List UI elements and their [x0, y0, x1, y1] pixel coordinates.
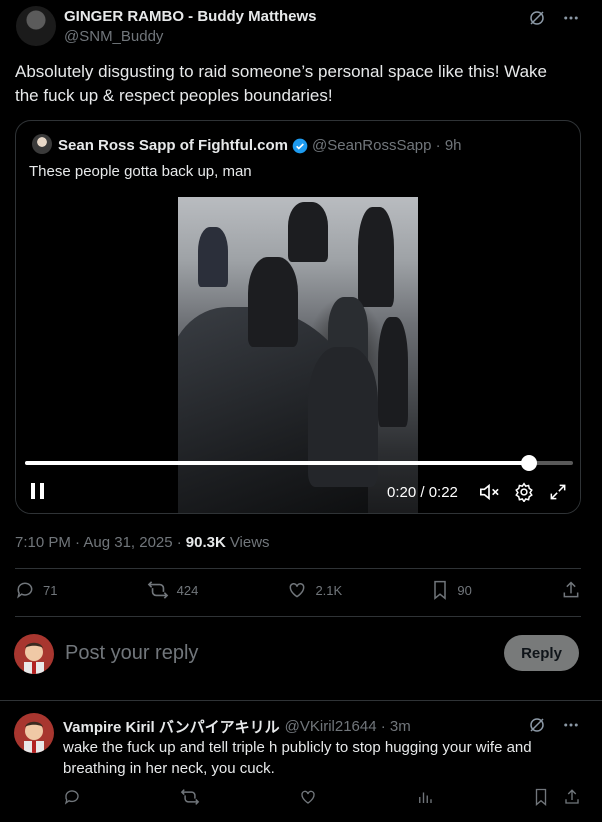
repost-icon — [147, 581, 168, 599]
author-avatar[interactable] — [16, 6, 56, 46]
like-icon — [290, 582, 305, 598]
grok-icon[interactable] — [528, 9, 546, 27]
bookmark-icon — [434, 580, 447, 600]
author-name[interactable]: GINGER RAMBO - Buddy Matthews — [64, 8, 317, 25]
comment-author-name[interactable]: Vampire Kiril バンパイアキリル — [63, 716, 280, 737]
analytics-icon[interactable] — [416, 788, 434, 811]
video-player[interactable]: 0:20 / 0:22 — [16, 197, 580, 513]
comment-top-icons — [528, 716, 580, 739]
comment-avatar[interactable] — [14, 713, 54, 753]
quote-author-name[interactable]: Sean Ross Sapp of Fightful.com — [58, 137, 288, 154]
like-button[interactable]: 2.1K — [287, 580, 342, 600]
tweet-text: Absolutely disgusting to raid someone’s … — [15, 62, 548, 105]
video-progress-fill — [25, 461, 530, 465]
reply-icon — [17, 582, 33, 599]
fullscreen-icon[interactable] — [548, 482, 568, 507]
quote-text: These people gotta back up, man — [29, 163, 252, 180]
video-progress-bar[interactable] — [25, 455, 573, 471]
repost-button[interactable]: 424 — [147, 580, 199, 600]
timestamp-text[interactable]: 7:10 PM · Aug 31, 2025 · — [15, 534, 182, 551]
divider — [0, 700, 602, 701]
reply-input[interactable]: Post your reply — [65, 642, 198, 665]
author-handle[interactable]: @SNM_Buddy — [64, 28, 163, 45]
reply-count: 71 — [43, 582, 58, 598]
comment-handle-time: @VKiril21644 · 3m — [284, 718, 411, 735]
bookmark-icon[interactable] — [533, 788, 549, 811]
reply-submit-button[interactable]: Reply — [504, 635, 579, 671]
pause-icon[interactable] — [30, 482, 46, 505]
verified-icon — [292, 138, 308, 153]
share-button[interactable] — [561, 580, 581, 600]
reply-button[interactable]: 71 — [15, 580, 57, 600]
video-frame — [178, 197, 418, 513]
grok-icon[interactable] — [528, 716, 546, 739]
mute-icon[interactable] — [478, 482, 500, 507]
quote-handle-time: @SeanRossSapp · 9h — [312, 137, 462, 154]
reply-icon[interactable] — [63, 788, 81, 811]
tweet-actions: 71 424 2.1K 90 — [15, 580, 581, 600]
tweet-timestamp: 7:10 PM · Aug 31, 2025 · 90.3K Views — [15, 534, 270, 551]
quoted-tweet[interactable]: Sean Ross Sapp of Fightful.com @SeanRoss… — [15, 120, 581, 514]
views-label: Views — [229, 534, 270, 551]
more-icon[interactable] — [562, 9, 580, 27]
views-count: 90.3K — [185, 534, 226, 551]
bookmark-button[interactable]: 90 — [431, 580, 472, 600]
video-time: 0:20 / 0:22 — [387, 484, 458, 501]
comment-text: wake the fuck up and tell triple h publi… — [63, 739, 532, 777]
repost-icon[interactable] — [180, 788, 200, 811]
like-count: 2.1K — [315, 582, 343, 598]
tweet-top-icons — [528, 9, 580, 27]
comment-header: Vampire Kiril バンパイアキリル @VKiril21644 · 3m — [63, 716, 411, 737]
bookmark-count: 90 — [457, 582, 472, 598]
my-avatar[interactable] — [14, 634, 54, 674]
share-icon — [563, 581, 579, 598]
repost-count: 424 — [176, 582, 199, 598]
comment-actions — [63, 788, 581, 811]
comment-end-actions — [533, 788, 581, 811]
share-icon[interactable] — [563, 788, 581, 811]
quote-avatar[interactable] — [32, 134, 52, 154]
video-progress-handle[interactable] — [521, 455, 538, 471]
quote-header: Sean Ross Sapp of Fightful.com @SeanRoss… — [58, 137, 462, 154]
more-icon[interactable] — [562, 716, 580, 739]
video-controls — [478, 482, 568, 507]
settings-icon[interactable] — [514, 482, 534, 507]
like-icon[interactable] — [299, 788, 317, 811]
divider — [15, 568, 581, 569]
divider — [15, 616, 581, 617]
